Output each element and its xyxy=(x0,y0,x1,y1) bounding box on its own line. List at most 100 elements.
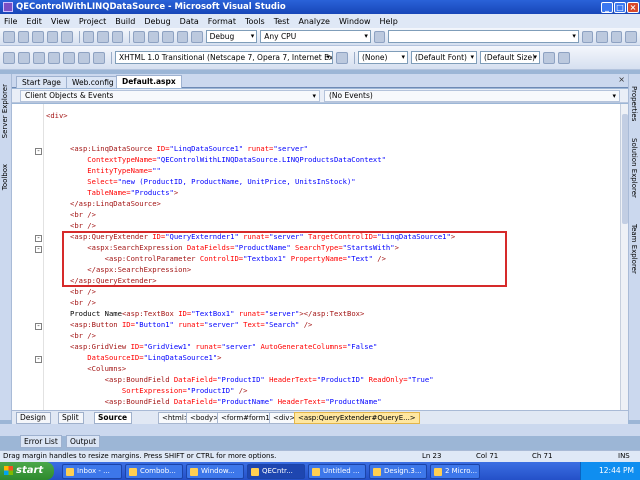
copy-icon[interactable] xyxy=(97,30,109,43)
code-line[interactable]: <asp:LinqDataSource ID="LinqDataSource1"… xyxy=(70,143,308,154)
events-select[interactable]: (No Events) xyxy=(324,90,620,102)
code-line[interactable]: TableName="Products"> xyxy=(70,187,178,198)
close-button[interactable]: × xyxy=(627,1,639,13)
bold-icon[interactable] xyxy=(543,51,555,64)
start-button[interactable]: start xyxy=(0,462,54,480)
code-line[interactable]: <asp:BoundField DataField="ProductName" … xyxy=(70,396,382,407)
tab-web-config[interactable]: Web.config xyxy=(66,76,120,88)
menu-view[interactable]: View xyxy=(51,17,70,26)
tab-start-page[interactable]: Start Page xyxy=(16,76,67,88)
cut-icon[interactable] xyxy=(82,30,95,43)
error-list-tab[interactable]: Error List xyxy=(20,435,62,448)
code-line[interactable]: EntityTypeName="" xyxy=(70,165,161,176)
platform-select[interactable]: Any CPU xyxy=(260,30,371,43)
tab-default-aspx[interactable]: Default.aspx xyxy=(116,75,182,88)
next-bookmark-icon[interactable] xyxy=(93,51,105,64)
comment-icon[interactable] xyxy=(3,51,15,64)
code-line[interactable]: <br /> xyxy=(70,220,96,231)
collapse-icon[interactable]: - xyxy=(35,148,42,155)
find-in-files-icon[interactable] xyxy=(581,30,594,43)
open-icon[interactable] xyxy=(32,30,44,43)
validation-icon[interactable] xyxy=(336,51,348,64)
menu-window[interactable]: Window xyxy=(339,17,371,26)
code-line[interactable]: <div> xyxy=(46,110,68,121)
outdent-icon[interactable] xyxy=(33,51,45,64)
code-line[interactable]: <asp:BoundField DataField="ProductID" He… xyxy=(70,374,434,385)
format-icon[interactable] xyxy=(63,51,75,64)
solution-explorer-tab[interactable]: Solution Explorer xyxy=(630,138,638,198)
navigate-forward-icon[interactable] xyxy=(176,30,189,43)
find-combo[interactable] xyxy=(388,30,579,43)
menu-tools[interactable]: Tools xyxy=(245,17,265,26)
menu-help[interactable]: Help xyxy=(380,17,398,26)
taskbar-item[interactable]: Untitled ... xyxy=(308,463,366,479)
properties-icon[interactable] xyxy=(610,30,623,43)
find-icon[interactable] xyxy=(373,30,386,43)
team-explorer-tab[interactable]: Team Explorer xyxy=(630,224,638,274)
code-editor[interactable]: - - - - - <div> <asp:LinqDataSource ID="L… xyxy=(12,104,620,410)
source-view-button[interactable]: Source xyxy=(94,412,133,424)
close-document-icon[interactable]: × xyxy=(618,75,625,84)
solution-explorer-icon[interactable] xyxy=(596,30,608,43)
new-project-icon[interactable] xyxy=(3,30,15,43)
bookmark-icon[interactable] xyxy=(78,51,90,64)
toolbox-icon[interactable] xyxy=(625,30,637,43)
menu-build[interactable]: Build xyxy=(115,17,135,26)
menu-debug[interactable]: Debug xyxy=(144,17,170,26)
code-line[interactable]: <br /> xyxy=(70,297,96,308)
add-item-icon[interactable] xyxy=(17,30,30,43)
toolbox-tab[interactable]: Toolbox xyxy=(1,164,9,190)
navigate-back-icon[interactable] xyxy=(162,30,174,43)
taskbar-item[interactable]: Inbox - ... xyxy=(62,463,122,479)
taskbar-item[interactable]: Window... xyxy=(186,463,244,479)
redo-icon[interactable] xyxy=(147,30,160,43)
output-tab[interactable]: Output xyxy=(66,435,101,448)
save-all-icon[interactable] xyxy=(61,30,73,43)
taskbar-item[interactable]: Combob... xyxy=(125,463,183,479)
code-line[interactable]: <br /> xyxy=(70,209,96,220)
save-icon[interactable] xyxy=(46,30,59,43)
collapse-icon[interactable]: - xyxy=(35,235,42,242)
doctype-select[interactable]: XHTML 1.0 Transitional (Netscape 7, Oper… xyxy=(115,51,333,64)
config-select[interactable]: Debug xyxy=(205,30,258,43)
taskbar-item[interactable]: QECntr... xyxy=(247,463,305,479)
code-line[interactable]: Select="new (ProductID, ProductName, Uni… xyxy=(70,176,355,187)
code-line[interactable]: <Columns> xyxy=(70,363,126,374)
minimize-button[interactable]: _ xyxy=(601,1,613,13)
font-size-select[interactable]: (Default Size) xyxy=(480,51,540,64)
italic-icon[interactable] xyxy=(558,51,570,64)
taskbar-item[interactable]: Design.3... xyxy=(369,463,427,479)
code-line[interactable]: Product Name<asp:TextBox ID="TextBox1" r… xyxy=(70,308,364,319)
code-line[interactable]: </asp:QueryExtender> xyxy=(70,275,157,286)
split-view-button[interactable]: Split xyxy=(58,412,84,424)
code-line[interactable]: DataSourceID="LinqDataSource1"> xyxy=(70,352,221,363)
design-view-button[interactable]: Design xyxy=(16,412,51,424)
code-line[interactable]: </asp:LinqDataSource> xyxy=(70,198,161,209)
menu-test[interactable]: Test xyxy=(274,17,290,26)
code-line[interactable]: ContextTypeName="QEControlWithLINQDataSo… xyxy=(70,154,386,165)
start-debug-icon[interactable] xyxy=(191,30,203,43)
font-select[interactable]: (Default Font) xyxy=(411,51,477,64)
menu-edit[interactable]: Edit xyxy=(26,17,42,26)
properties-tab[interactable]: Properties xyxy=(630,86,638,121)
menu-format[interactable]: Format xyxy=(208,17,236,26)
code-line[interactable]: SortExpression="ProductID" /> xyxy=(70,385,248,396)
collapse-icon[interactable]: - xyxy=(35,246,42,253)
breadcrumb-query-extender[interactable]: <asp:QueryExtender#QueryE...> xyxy=(294,412,420,424)
code-line[interactable]: <asp:QueryExtender ID="QueryExternder1" … xyxy=(70,231,455,242)
code-line[interactable]: </aspx:SearchExpression> xyxy=(70,264,191,275)
code-line[interactable]: <asp:GridView ID="GridView1" runat="serv… xyxy=(70,341,377,352)
code-line[interactable]: <asp:ControlParameter ControlID="Textbox… xyxy=(70,253,386,264)
undo-icon[interactable] xyxy=(133,30,145,43)
editor-scrollbar[interactable] xyxy=(620,104,628,410)
menu-file[interactable]: File xyxy=(4,17,17,26)
taskbar-item[interactable]: 2 Micro... xyxy=(430,463,480,479)
uncomment-icon[interactable] xyxy=(18,51,30,64)
menu-project[interactable]: Project xyxy=(79,17,106,26)
server-explorer-tab[interactable]: Server Explorer xyxy=(1,84,9,138)
collapse-icon[interactable]: - xyxy=(35,323,42,330)
maximize-button[interactable]: □ xyxy=(614,1,626,13)
code-line[interactable]: <aspx:SearchExpression DataFields="Produ… xyxy=(70,242,399,253)
code-line[interactable]: <br /> xyxy=(70,330,96,341)
menu-analyze[interactable]: Analyze xyxy=(298,17,330,26)
